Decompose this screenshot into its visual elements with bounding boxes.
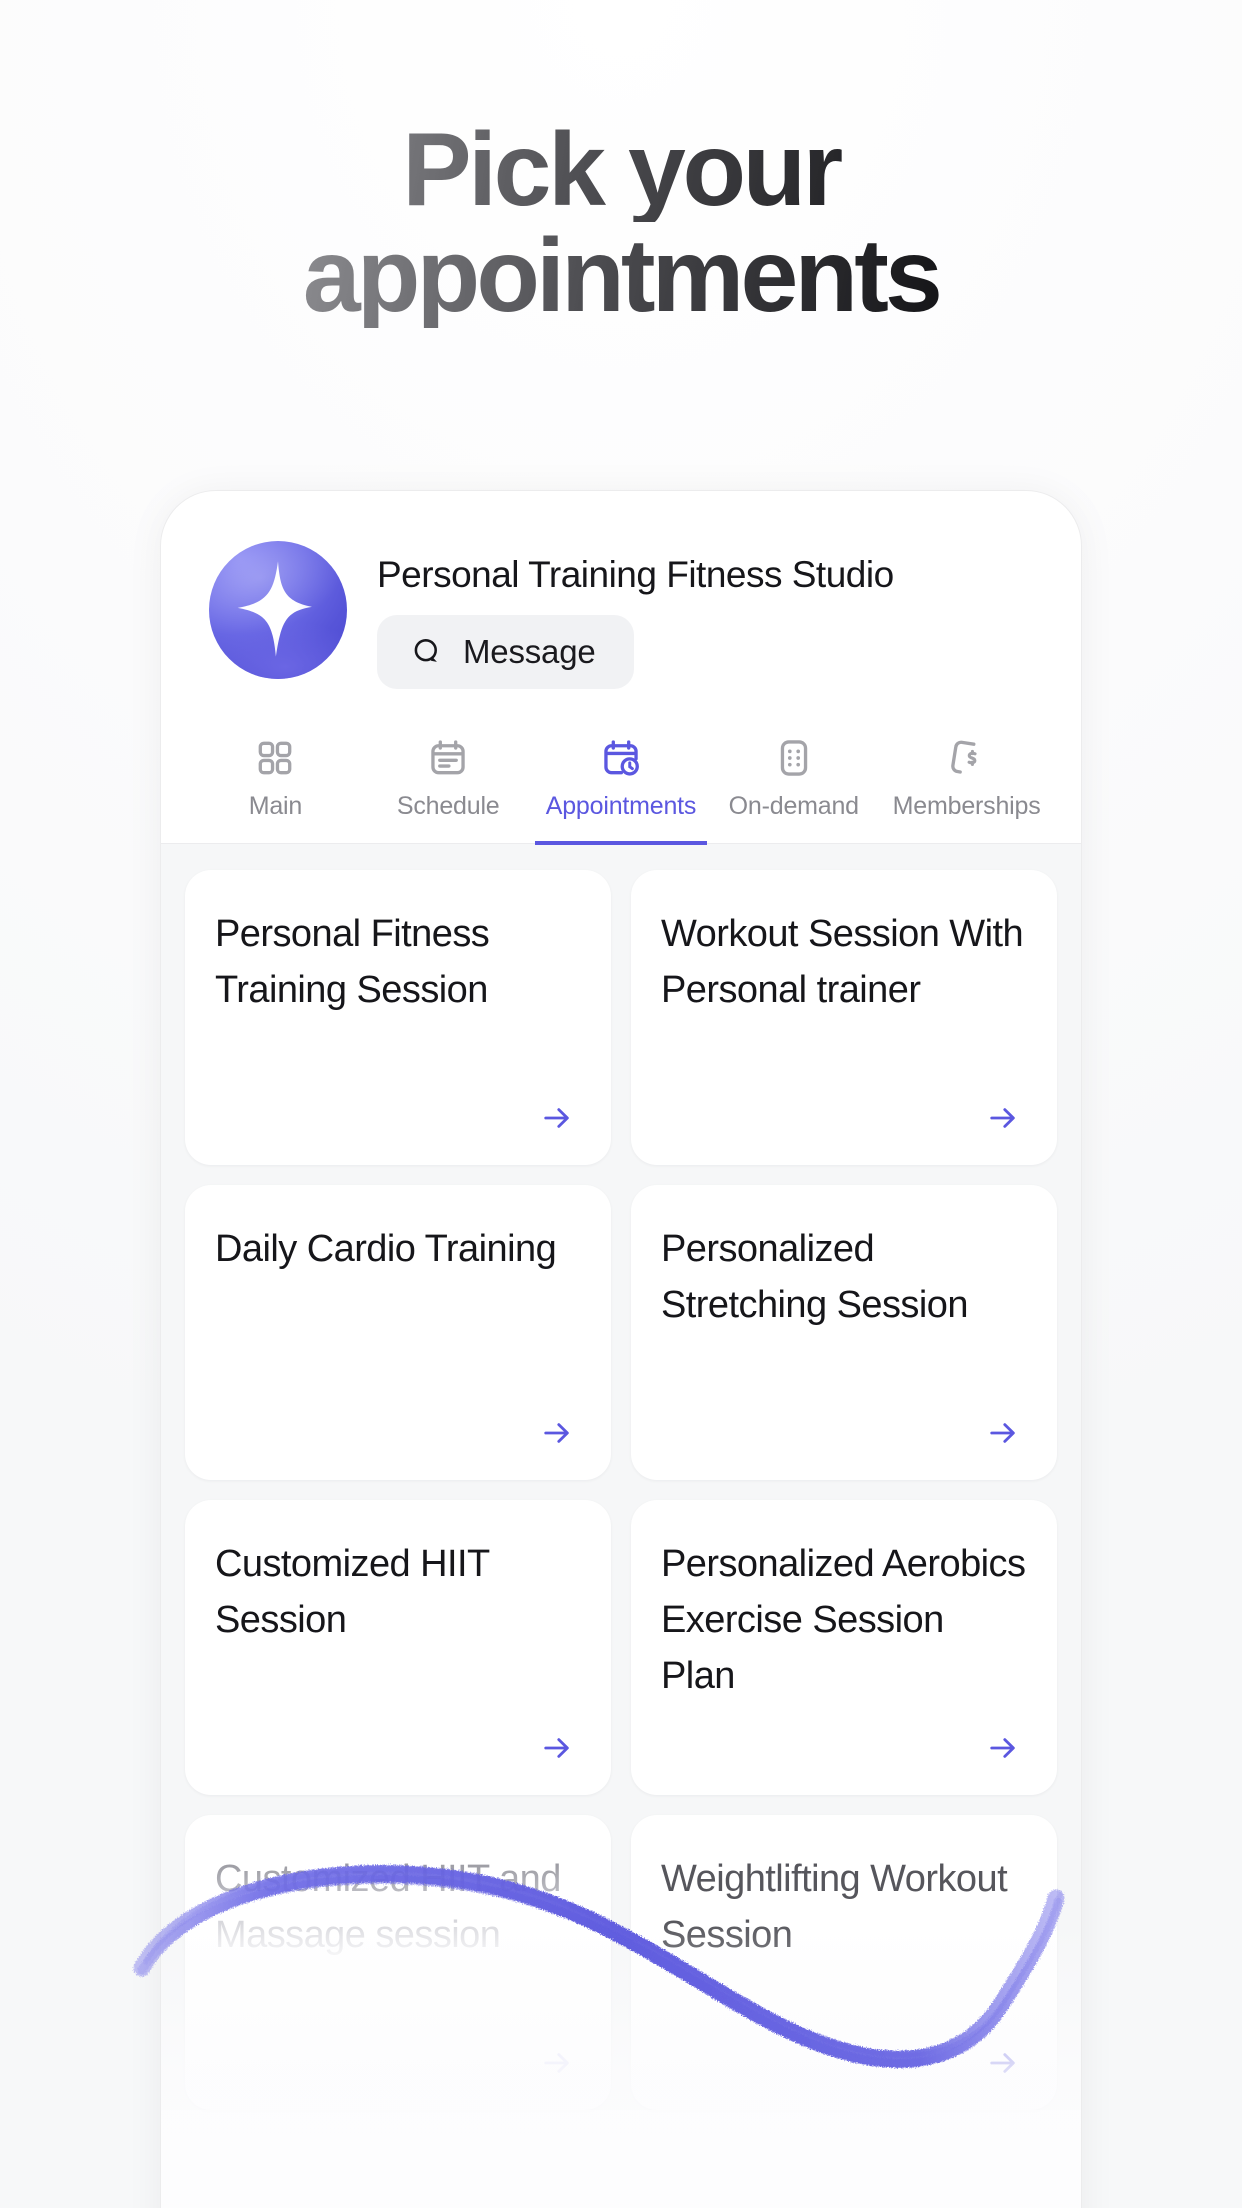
arrow-right-icon xyxy=(544,1107,569,1128)
tab-schedule-label: Schedule xyxy=(396,792,500,820)
arrow-right-icon xyxy=(544,2052,569,2073)
service-card[interactable]: Daily Cardio Training xyxy=(185,1184,611,1480)
calendar-clock-icon xyxy=(604,740,639,776)
arrow-right-icon xyxy=(544,1422,569,1443)
tab-main[interactable]: Main xyxy=(189,731,362,845)
tab-bar: Main Schedule Appointments On-demand Mem… xyxy=(161,731,1081,845)
avatar xyxy=(209,541,347,679)
arrow-right-icon xyxy=(990,2052,1015,2073)
tab-main-label: Main xyxy=(248,792,303,820)
headline-line-1: Pick your xyxy=(0,118,1242,222)
tab-schedule[interactable]: Schedule xyxy=(362,731,535,845)
arrow-right-icon xyxy=(544,1737,569,1758)
service-card[interactable]: Customized HIIT Session xyxy=(185,1499,611,1795)
service-title: Customized HIIT and Massage session xyxy=(215,1851,581,1963)
tab-appointments[interactable]: Appointments xyxy=(534,731,708,845)
phone-mockup: Personal Training Fitness Studio Message xyxy=(160,490,1082,2208)
studio-info: Personal Training Fitness Studio Message xyxy=(377,541,1033,689)
card-dollar-icon xyxy=(950,740,977,774)
service-card[interactable]: Personal Fitness Training Session xyxy=(185,869,611,1165)
service-title: Personalized Stretching Session xyxy=(661,1227,969,1326)
sparkle-icon xyxy=(237,561,312,657)
service-card[interactable]: Personalized Stretching Session xyxy=(631,1184,1057,1480)
service-card[interactable]: Customized HIIT and Massage session xyxy=(185,1814,611,2110)
chat-bubble-icon xyxy=(414,639,437,662)
arrow-right-icon xyxy=(990,1422,1015,1443)
arrow-right-icon xyxy=(990,1737,1015,1758)
service-card[interactable]: Weightlifting Workout Session xyxy=(631,1814,1057,2110)
tab-appointments-label: Appointments xyxy=(545,792,697,820)
tab-memberships[interactable]: Memberships xyxy=(880,731,1053,845)
page-title: Pick your appointments xyxy=(0,118,1242,328)
dots-card-icon xyxy=(780,740,807,776)
service-card[interactable]: Personalized Aerobics Exercise Session P… xyxy=(631,1499,1057,1795)
tab-memberships-label: Memberships xyxy=(892,792,1041,820)
service-title: Personalized Aerobics Exercise Session P… xyxy=(661,1542,1026,1697)
service-title: Workout Session With Personal trainer xyxy=(661,912,1024,1011)
app-screen: Pick your appointments Personal Training… xyxy=(0,0,1242,2208)
service-card[interactable]: Workout Session With Personal trainer xyxy=(631,869,1057,1165)
service-title: Customized HIIT Session xyxy=(215,1542,490,1641)
service-title: Weightlifting Workout Session xyxy=(661,1857,1008,1956)
calendar-icon xyxy=(431,740,465,775)
tab-on-demand[interactable]: On-demand xyxy=(707,731,880,845)
tab-on-demand-label: On-demand xyxy=(728,792,859,820)
arrow-right-icon xyxy=(990,1107,1015,1128)
studio-name: Personal Training Fitness Studio xyxy=(377,554,894,595)
service-title: Daily Cardio Training xyxy=(215,1227,557,1270)
grid-icon xyxy=(259,741,292,775)
service-title: Personal Fitness Training Session xyxy=(215,912,490,1011)
studio-header: Personal Training Fitness Studio Message xyxy=(161,491,1081,689)
headline-line-2: appointments xyxy=(0,224,1242,328)
message-button[interactable]: Message xyxy=(377,615,634,689)
services-grid: Personal Fitness Training Session Workou… xyxy=(161,843,1081,2110)
message-button-label: Message xyxy=(463,633,596,670)
